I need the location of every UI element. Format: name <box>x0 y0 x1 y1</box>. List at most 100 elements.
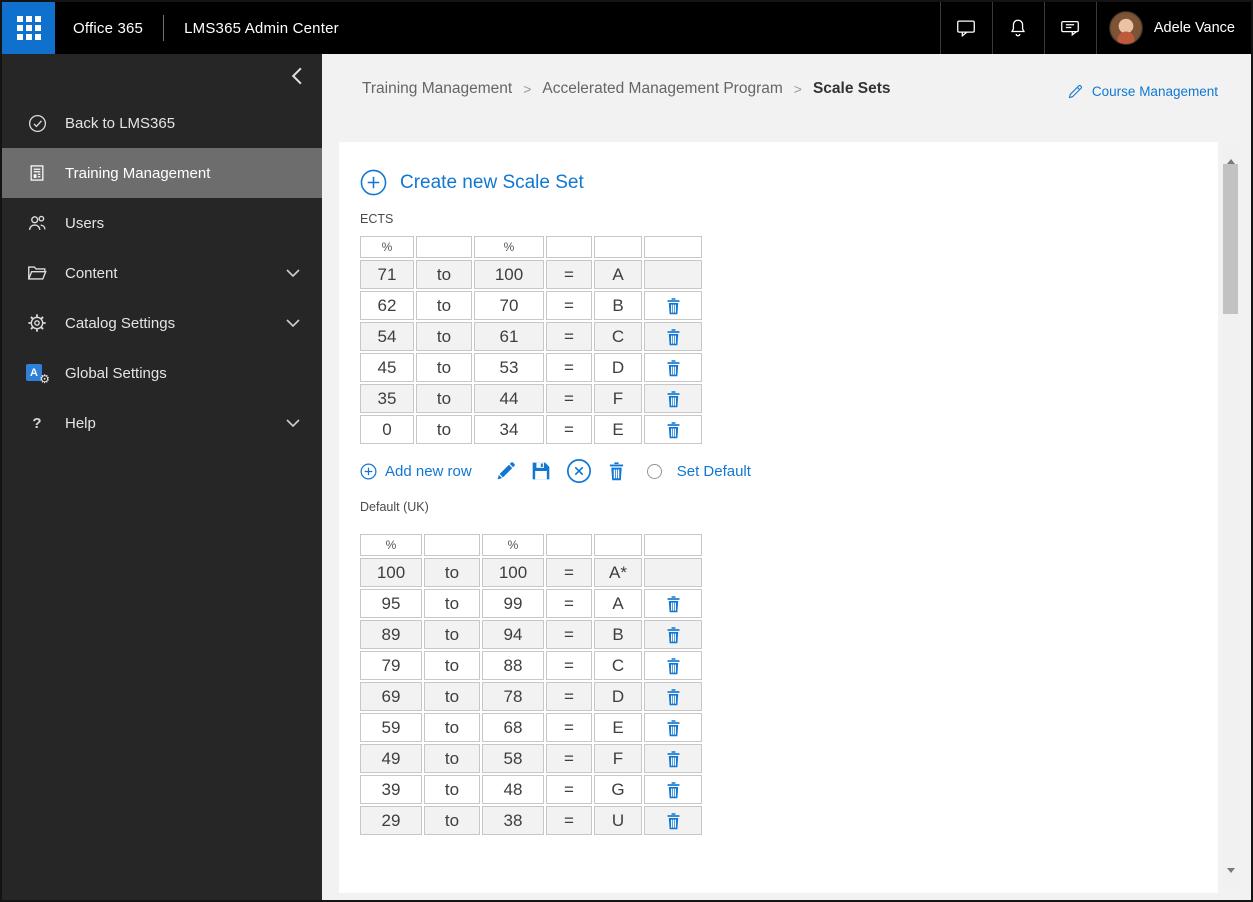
to-label-cell: to <box>416 260 472 289</box>
edit-rows-button[interactable] <box>495 461 516 482</box>
scroll-up-button[interactable] <box>1222 144 1239 164</box>
sidebar-item-training-management[interactable]: Training Management <box>2 148 322 198</box>
delete-row-button[interactable] <box>665 595 682 613</box>
to-label-cell: to <box>424 620 480 649</box>
delete-row-button[interactable] <box>665 297 682 315</box>
bell-icon <box>1007 17 1029 39</box>
cancel-circle-icon <box>566 459 591 483</box>
delete-row-button[interactable] <box>665 328 682 346</box>
delete-row-button[interactable] <box>665 626 682 644</box>
grade-cell: E <box>594 415 642 444</box>
equals-cell: = <box>546 713 592 742</box>
scale-row: 49 to 58 = F <box>360 744 702 773</box>
sidebar-item-label: Content <box>65 264 118 282</box>
sidebar-collapse-row <box>2 54 322 98</box>
save-rows-button[interactable] <box>531 461 551 481</box>
set-default-label[interactable]: Set Default <box>677 463 751 480</box>
set-default-radio[interactable] <box>646 463 662 479</box>
avatar <box>1108 11 1143 45</box>
scale-table-ects: % % 71 to 100 = A 62 to 70 = B 54 to 61 … <box>358 234 704 446</box>
cancel-edit-button[interactable] <box>566 458 592 484</box>
sidebar-item-content[interactable]: Content <box>2 248 322 298</box>
delete-row-button[interactable] <box>665 750 682 768</box>
breadcrumb-item-training-management[interactable]: Training Management <box>362 80 512 98</box>
add-new-row-button[interactable]: Add new row <box>360 463 472 480</box>
brand-label[interactable]: Office 365 <box>73 20 143 37</box>
range-from-cell: 49 <box>360 744 422 773</box>
to-label-cell: to <box>416 353 472 382</box>
document-list-icon <box>26 162 48 184</box>
grade-cell: B <box>594 291 642 320</box>
range-from-cell: 35 <box>360 384 414 413</box>
delete-cell <box>644 713 702 742</box>
range-to-cell: 100 <box>474 260 544 289</box>
delete-row-button[interactable] <box>665 359 682 377</box>
delete-row-button[interactable] <box>665 421 682 439</box>
window: Office 365 LMS365 Admin Center Adele Van… <box>0 0 1253 902</box>
sidebar-collapse-button[interactable] <box>291 67 302 85</box>
percent-header: % <box>482 534 544 556</box>
trash-icon <box>667 360 679 377</box>
plus-circle-icon <box>360 169 387 196</box>
grade-cell: D <box>594 682 642 711</box>
range-from-cell: 0 <box>360 415 414 444</box>
breadcrumb-item-program[interactable]: Accelerated Management Program <box>542 80 782 98</box>
scroll-down-button[interactable] <box>1222 868 1239 888</box>
empty-header <box>424 534 480 556</box>
waffle-icon <box>16 16 41 40</box>
feedback-button[interactable] <box>1043 2 1096 54</box>
delete-row-button[interactable] <box>665 657 682 675</box>
equals-cell: = <box>546 806 592 835</box>
grade-cell: F <box>594 744 642 773</box>
sidebar-item-back-to-lms365[interactable]: Back to LMS365 <box>2 98 322 148</box>
scale-row: 35 to 44 = F <box>360 384 702 413</box>
delete-cell <box>644 415 702 444</box>
delete-row-button[interactable] <box>665 390 682 408</box>
to-label-cell: to <box>424 651 480 680</box>
to-label-cell: to <box>424 806 480 835</box>
scroll-thumb[interactable] <box>1223 164 1238 314</box>
to-label-cell: to <box>424 682 480 711</box>
chevron-down-icon <box>286 318 300 328</box>
delete-cell <box>644 589 702 618</box>
breadcrumb-item-scale-sets: Scale Sets <box>812 80 891 97</box>
grade-cell: B <box>594 620 642 649</box>
chat-button[interactable] <box>939 2 992 54</box>
empty-header <box>546 236 592 258</box>
breadcrumb-separator: > <box>793 81 802 97</box>
to-label-cell: to <box>424 558 480 587</box>
range-to-cell: 100 <box>482 558 544 587</box>
scale-row: 0 to 34 = E <box>360 415 702 444</box>
trash-icon <box>667 782 679 799</box>
delete-row-button[interactable] <box>665 688 682 706</box>
grade-cell: F <box>594 384 642 413</box>
vertical-scrollbar[interactable] <box>1222 144 1239 888</box>
sidebar-item-users[interactable]: Users <box>2 198 322 248</box>
app-launcher-button[interactable] <box>2 2 55 54</box>
course-management-link[interactable]: Course Management <box>1067 83 1218 100</box>
delete-scale-set-button[interactable] <box>607 461 626 481</box>
to-label-cell: to <box>416 415 472 444</box>
trash-icon <box>667 658 679 675</box>
delete-cell <box>644 260 702 289</box>
delete-row-button[interactable] <box>665 719 682 737</box>
trash-icon <box>667 689 679 706</box>
course-management-label: Course Management <box>1091 84 1218 99</box>
equals-cell: = <box>546 260 592 289</box>
delete-row-button[interactable] <box>665 781 682 799</box>
sidebar-item-help[interactable]: Help <box>2 398 322 448</box>
create-scale-set-button[interactable]: Create new Scale Set <box>360 169 584 196</box>
equals-cell: = <box>546 775 592 804</box>
scale-row: 59 to 68 = E <box>360 713 702 742</box>
to-label-cell: to <box>416 291 472 320</box>
account-button[interactable]: Adele Vance <box>1095 2 1251 54</box>
delete-row-button[interactable] <box>665 812 682 830</box>
sidebar-item-global-settings[interactable]: Global Settings <box>2 348 322 398</box>
sidebar-item-catalog-settings[interactable]: Catalog Settings <box>2 298 322 348</box>
delete-cell <box>644 353 702 382</box>
scale-sets-card: Create new Scale Set ECTS % % 71 to 100 … <box>339 142 1218 893</box>
grade-cell: C <box>594 322 642 351</box>
notifications-button[interactable] <box>991 2 1044 54</box>
grade-cell: D <box>594 353 642 382</box>
empty-header <box>644 236 702 258</box>
